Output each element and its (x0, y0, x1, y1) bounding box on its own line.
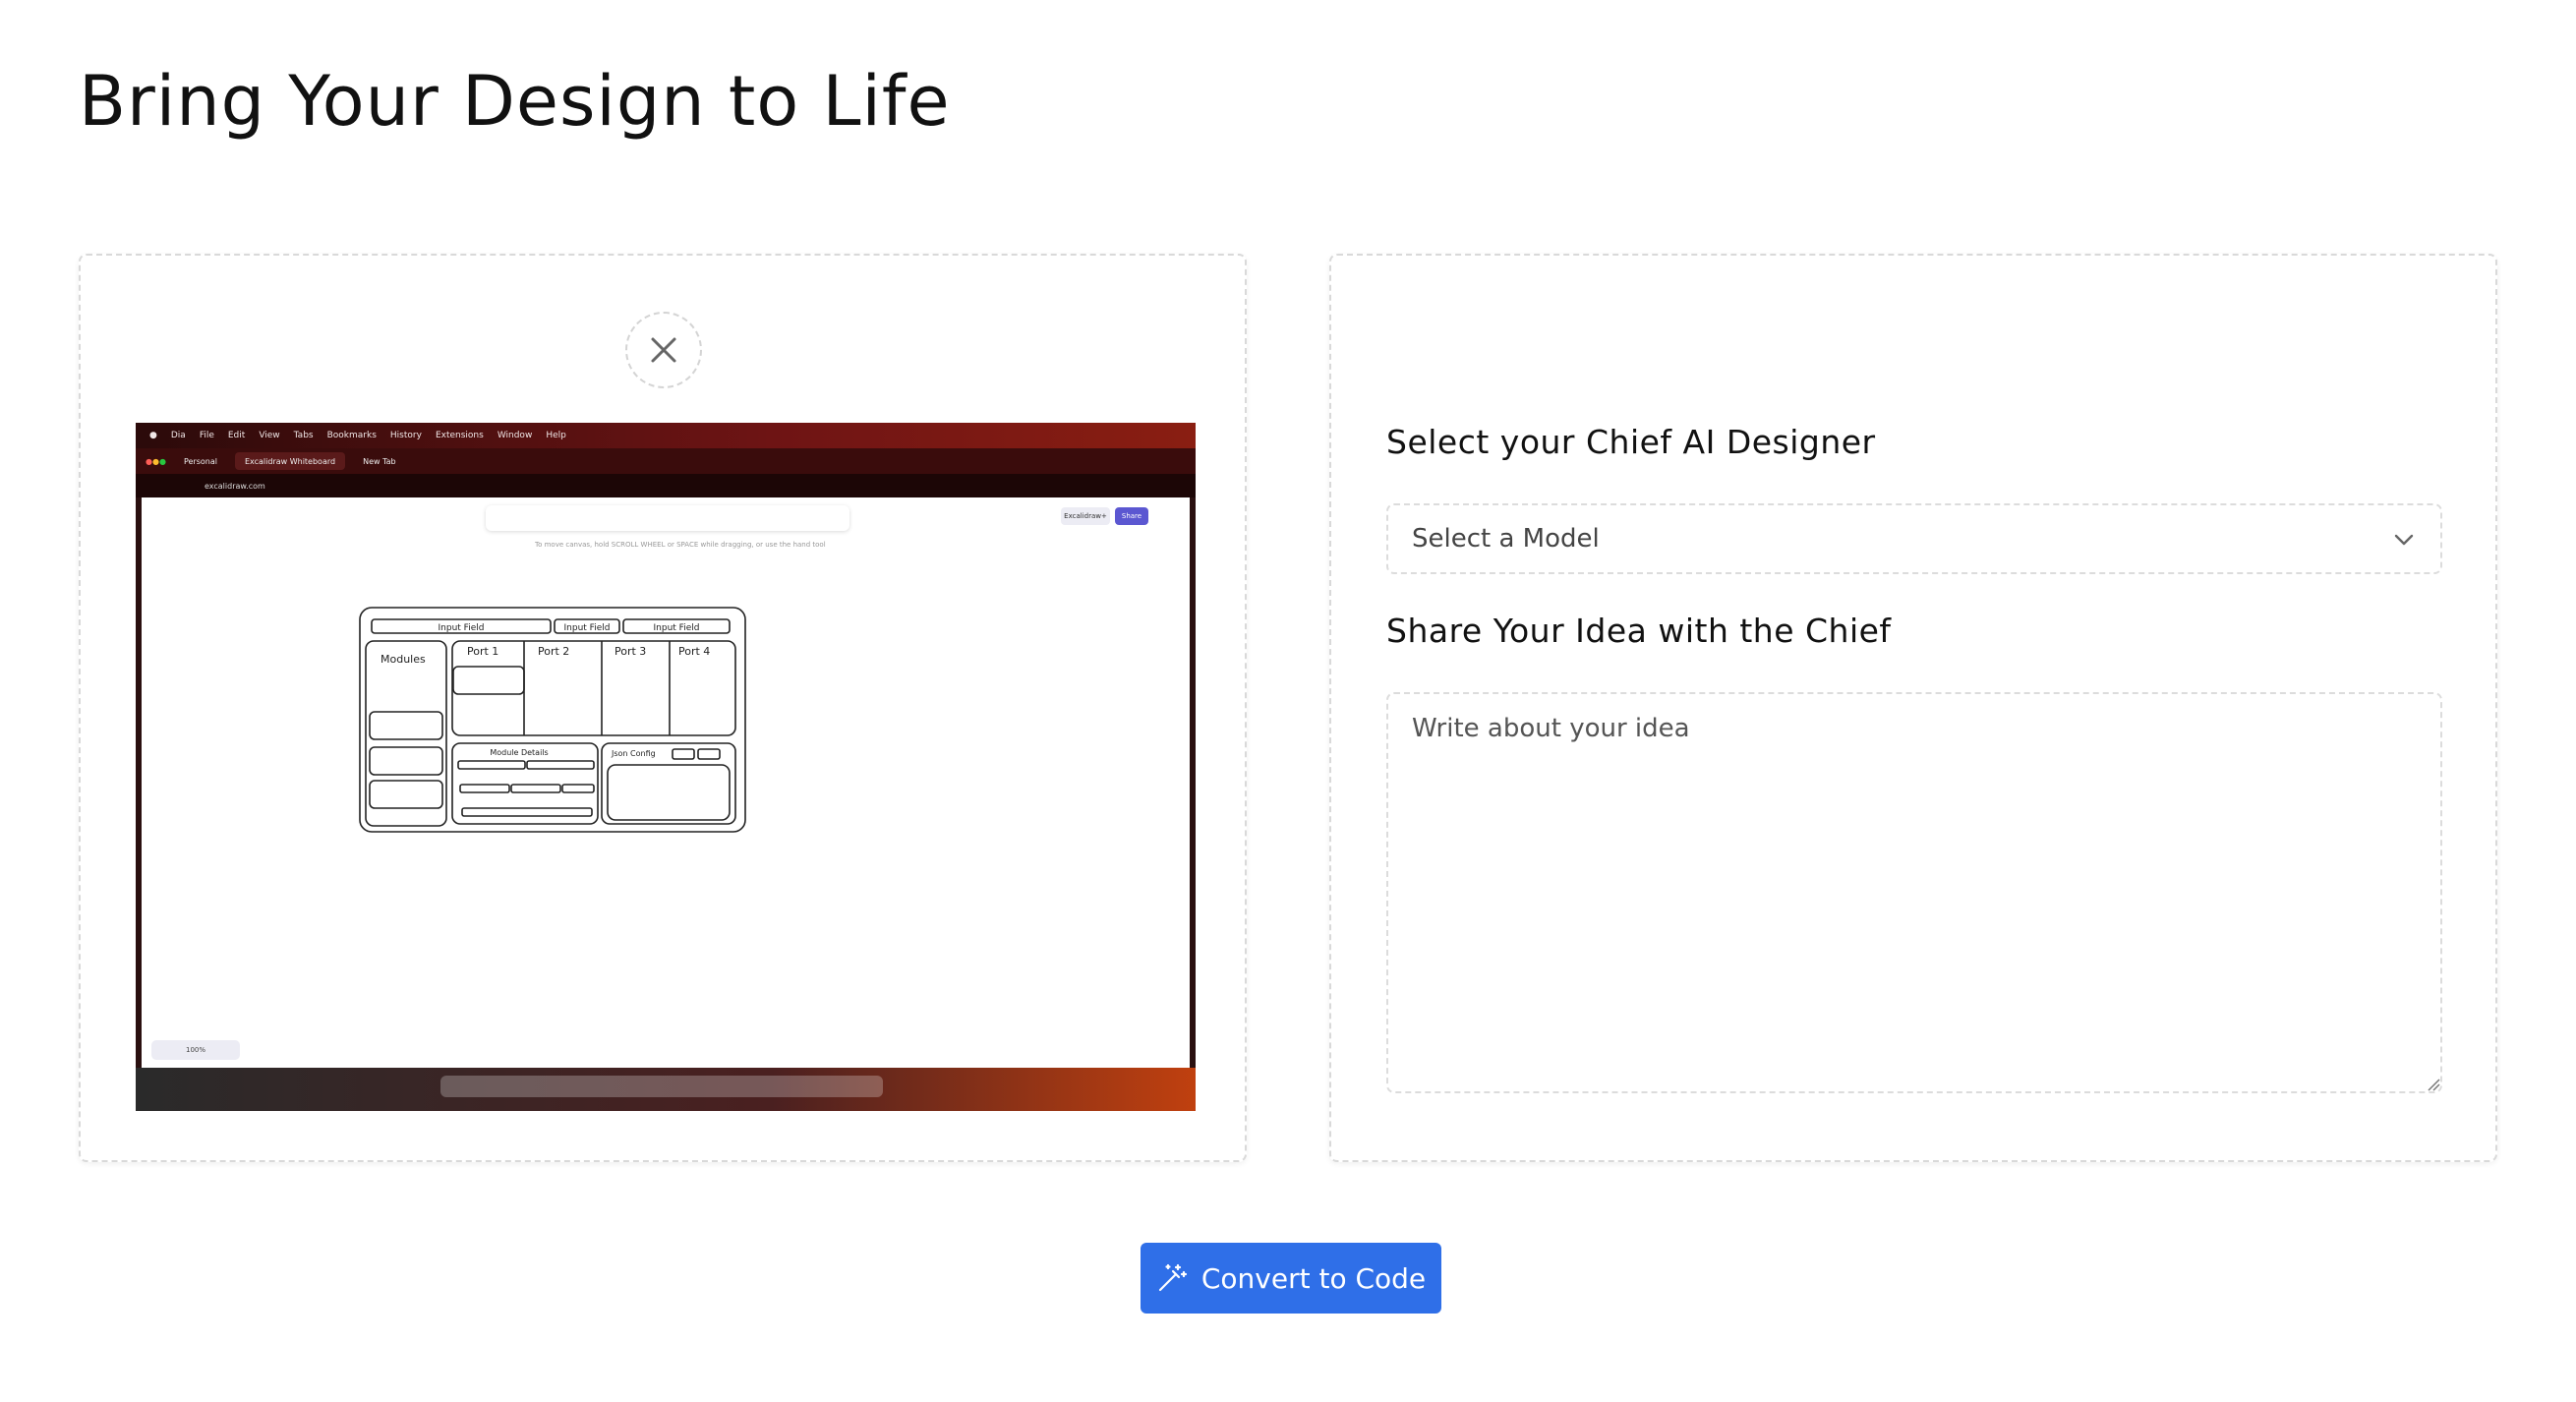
sketch-port-2: Port 2 (538, 645, 569, 658)
idea-input[interactable] (1386, 692, 2442, 1093)
sketch-json-config-label: Json Config (611, 749, 656, 758)
page-title: Bring Your Design to Life (79, 61, 951, 142)
sketch-module-details-label: Module Details (490, 748, 548, 757)
close-icon (651, 337, 676, 363)
preview-menubar: ● Dia File Edit View Tabs Bookmarks Hist… (136, 423, 1196, 448)
magic-wand-icon (1158, 1263, 1187, 1292)
model-select[interactable]: Select a Model (1386, 503, 2442, 574)
sketch-port-3: Port 3 (615, 645, 646, 658)
preview-dock (136, 1068, 1196, 1111)
model-label: Select your Chief AI Designer (1386, 423, 1876, 461)
upload-panel: ● Dia File Edit View Tabs Bookmarks Hist… (79, 254, 1247, 1162)
resize-handle-icon[interactable] (2427, 1078, 2440, 1091)
idea-label: Share Your Idea with the Chief (1386, 612, 1892, 650)
preview-tabbar: ● ● ● Personal Excalidraw Whiteboard New T… (136, 448, 1196, 474)
sketch-modules-label: Modules (381, 653, 426, 666)
convert-button-label: Convert to Code (1200, 1261, 1427, 1295)
apple-icon: ● (149, 431, 157, 440)
form-panel: Select your Chief AI Designer Select a M… (1329, 254, 2497, 1162)
preview-urlbar: excalidraw.com (136, 474, 1196, 497)
sketch-input-field-3: Input Field (654, 623, 700, 633)
sketch-port-4: Port 4 (678, 645, 710, 658)
model-select-value: Select a Model (1412, 524, 1600, 554)
sketch-port-1: Port 1 (467, 645, 498, 658)
chevron-down-icon (2394, 534, 2414, 546)
wireframe-sketch: Input Field Input Field Input Field Modu… (359, 607, 746, 833)
remove-image-button[interactable] (625, 312, 702, 388)
design-preview-image: ● Dia File Edit View Tabs Bookmarks Hist… (136, 423, 1196, 1111)
sketch-input-field-1: Input Field (439, 623, 485, 633)
sketch-input-field-2: Input Field (564, 623, 611, 633)
preview-canvas: To move canvas, hold SCROLL WHEEL or SPA… (142, 497, 1190, 1068)
convert-to-code-button[interactable]: Convert to Code (1141, 1243, 1441, 1314)
